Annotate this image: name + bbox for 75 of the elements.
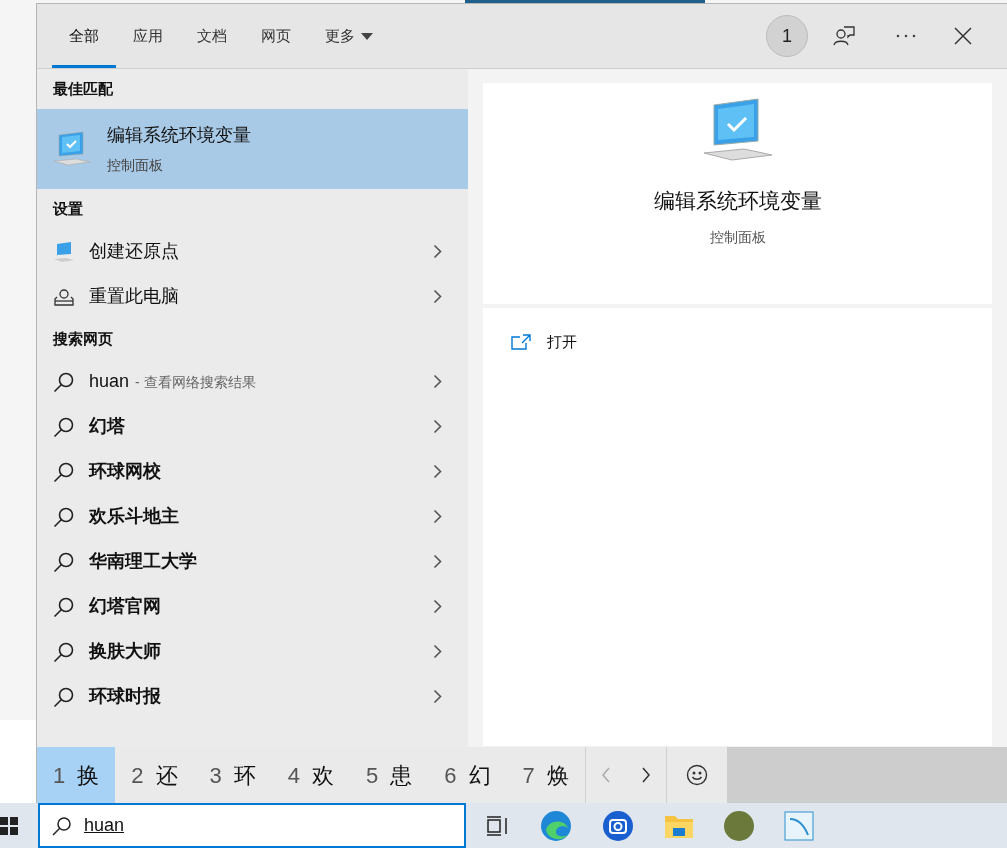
search-text: huan: [84, 814, 125, 837]
chevron-right-icon: [433, 289, 442, 304]
ime-candidate[interactable]: 7 焕: [506, 747, 585, 803]
result-title: 编辑系统环境变量: [107, 124, 251, 147]
chevron-right-icon: [433, 374, 442, 389]
section-heading: 设置: [51, 198, 84, 219]
installer-icon[interactable]: [784, 810, 814, 841]
tab[interactable]: 应用: [116, 4, 180, 68]
emoji-icon[interactable]: [665, 747, 727, 803]
result-subtitle: 控制面板: [107, 156, 164, 175]
computer-icon: [53, 131, 91, 167]
result-item[interactable]: 华南理工大学: [37, 539, 468, 584]
result-item[interactable]: 环球网校: [37, 449, 468, 494]
search-icon: [53, 550, 75, 573]
section-heading: 最佳匹配: [52, 78, 114, 99]
computer-icon: [701, 97, 774, 163]
suggestion-text: 幻塔: [89, 415, 125, 438]
ime-candidate[interactable]: 6 幻: [428, 747, 507, 803]
search-icon: [53, 640, 75, 663]
result-item[interactable]: 重置此电脑: [37, 274, 468, 319]
query-text: huan: [89, 370, 130, 393]
preview-subtitle: 控制面板: [709, 227, 766, 247]
ime-candidate[interactable]: 1 换: [37, 747, 116, 803]
search-icon: [53, 505, 75, 528]
item-label: 重置此电脑: [89, 285, 179, 308]
chevron-right-icon: [433, 244, 442, 259]
chevron-right-icon: [433, 464, 442, 479]
tab[interactable]: 网页: [244, 4, 308, 68]
start-icon[interactable]: [0, 816, 18, 835]
task-view-icon[interactable]: [486, 814, 510, 837]
app-icon[interactable]: [724, 810, 754, 841]
suggestion-text: 换肤大师: [89, 640, 161, 663]
hint-text: - 查看网络搜索结果: [135, 373, 256, 392]
suggestion-text: 华南理工大学: [89, 550, 197, 573]
search-icon: [53, 460, 75, 483]
best-match-item[interactable]: 编辑系统环境变量 控制面板: [37, 109, 468, 189]
chevron-right-icon: [433, 644, 442, 659]
ime-candidate[interactable]: 5 患: [350, 747, 429, 803]
result-item[interactable]: 换肤大师: [37, 629, 468, 674]
ime-candidate[interactable]: 2 还: [115, 747, 194, 803]
browser-icon[interactable]: [540, 809, 572, 842]
suggestion-text: 欢乐斗地主: [89, 505, 179, 528]
chevron-right-icon: [433, 419, 442, 434]
camera-app-icon[interactable]: [602, 809, 634, 842]
result-item[interactable]: 幻塔: [37, 404, 468, 449]
result-item[interactable]: 幻塔官网: [37, 584, 468, 629]
result-item[interactable]: 欢乐斗地主: [37, 494, 468, 539]
section-heading: 搜索网页: [52, 328, 114, 349]
search-icon: [52, 815, 72, 836]
result-item[interactable]: 创建还原点: [37, 229, 468, 274]
tab[interactable]: 更多: [308, 4, 390, 68]
chevron-right-icon: [433, 599, 442, 614]
suggestion-text: 环球时报: [89, 685, 161, 708]
search-icon: [53, 415, 75, 438]
result-item[interactable]: 环球时报: [37, 674, 468, 719]
chevron-right-icon: [433, 689, 442, 704]
taskbar-search-field[interactable]: huan: [38, 803, 466, 848]
suggestion-text: 幻塔官网: [89, 595, 161, 618]
chevron-right-icon: [433, 554, 442, 569]
open-action[interactable]: 打开: [511, 328, 577, 356]
suggestion-text: 环球网校: [89, 460, 161, 483]
chevron-right-icon: [433, 509, 442, 524]
search-icon: [53, 370, 75, 393]
search-icon: [53, 685, 75, 708]
reset-icon: [53, 286, 75, 307]
computer-icon: [53, 241, 75, 262]
open-icon: [511, 334, 531, 350]
preview-title: 编辑系统环境变量: [653, 188, 822, 214]
result-item[interactable]: huan - 查看网络搜索结果: [37, 359, 468, 404]
account-badge[interactable]: 1: [766, 15, 808, 57]
tab[interactable]: 文档: [180, 4, 244, 68]
ime-candidate[interactable]: 4 欢: [271, 747, 350, 803]
search-icon: [53, 595, 75, 618]
ime-candidate[interactable]: 3 环: [193, 747, 272, 803]
item-label: 创建还原点: [89, 240, 179, 263]
